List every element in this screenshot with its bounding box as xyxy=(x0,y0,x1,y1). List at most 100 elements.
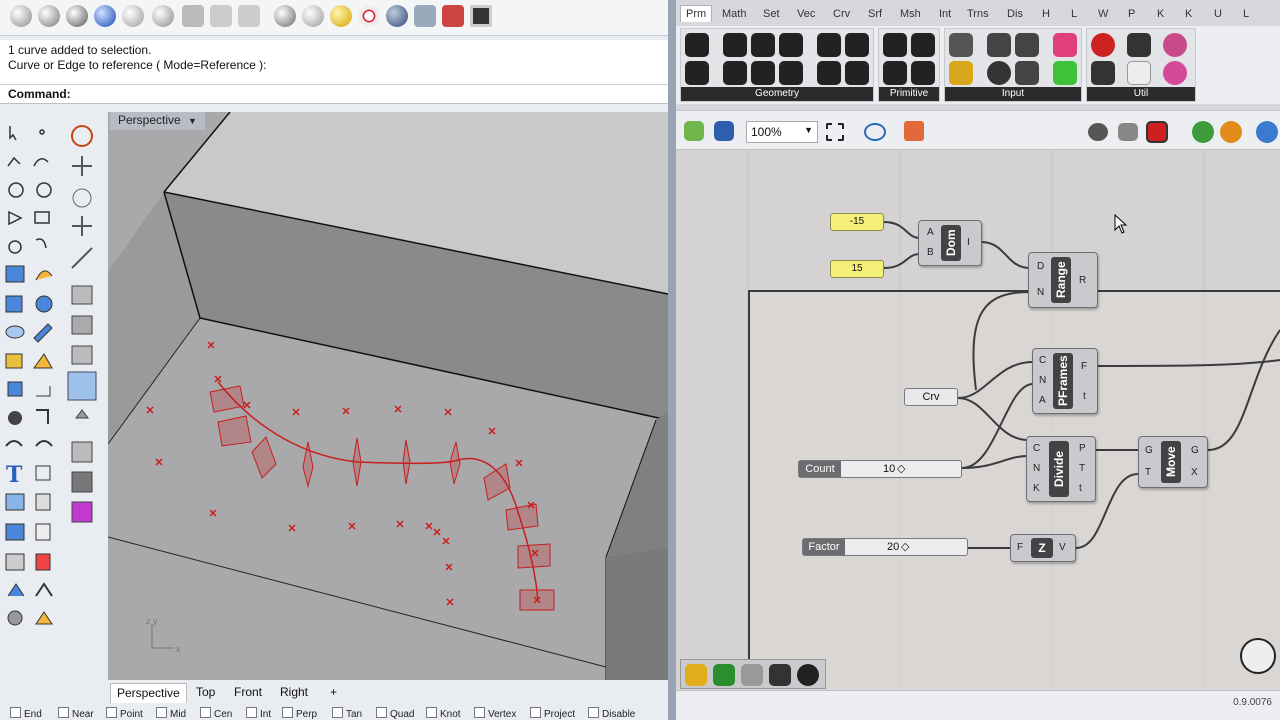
mesh-param-icon[interactable] xyxy=(845,33,869,57)
graph-mapper-icon[interactable] xyxy=(949,61,973,85)
value-list-icon[interactable] xyxy=(1015,61,1039,85)
import-icon[interactable] xyxy=(949,33,973,57)
osnap-knot[interactable]: Knot xyxy=(426,707,461,720)
gh-canvas[interactable]: -15 15 A B Dom I D N Range R C N A PFram… xyxy=(676,150,1280,688)
target-icon[interactable] xyxy=(358,5,380,27)
count-slider[interactable]: Count 10 ◇ xyxy=(798,460,962,478)
sphere-blue-icon[interactable] xyxy=(1256,121,1278,143)
osnap-int[interactable]: Int xyxy=(246,707,271,720)
perp-frames-component[interactable]: C N A PFrames F t xyxy=(1032,348,1098,414)
input-port[interactable]: N xyxy=(1039,375,1046,386)
move-component[interactable]: G T Move G X xyxy=(1138,436,1208,488)
ghosted-sphere-icon[interactable] xyxy=(122,5,144,27)
number-seven-icon[interactable] xyxy=(797,664,819,686)
tab-set[interactable]: Set xyxy=(763,8,780,20)
osnap-disable[interactable]: Disable xyxy=(588,707,635,720)
plane-param-icon[interactable] xyxy=(779,61,803,85)
xyz-icon[interactable] xyxy=(741,664,763,686)
tab-u[interactable]: U xyxy=(1214,8,1222,20)
osnap-mid[interactable]: Mid xyxy=(156,707,186,720)
surface-param-icon[interactable] xyxy=(779,33,803,57)
output-port[interactable]: T xyxy=(1079,463,1085,474)
sketch-icon[interactable] xyxy=(904,121,924,141)
osnap-perp[interactable]: Perp xyxy=(282,707,317,720)
spheres-icon[interactable] xyxy=(386,5,408,27)
number-param-icon[interactable] xyxy=(883,61,907,85)
tab-srf[interactable]: Srf xyxy=(868,8,882,20)
boolean-param-icon[interactable] xyxy=(883,33,907,57)
light-bulb-icon[interactable] xyxy=(330,5,352,27)
tab-vec[interactable]: Vec xyxy=(797,8,815,20)
download-icon[interactable] xyxy=(769,664,791,686)
tab-top[interactable]: Top xyxy=(190,683,221,703)
output-port[interactable]: I xyxy=(967,237,970,248)
input-port[interactable]: C xyxy=(1039,355,1046,366)
sphere-icon[interactable] xyxy=(10,5,32,27)
output-port[interactable]: P xyxy=(1079,443,1086,454)
align-icon[interactable] xyxy=(713,664,735,686)
shaded-sphere-icon[interactable] xyxy=(66,5,88,27)
curve-param-icon[interactable] xyxy=(751,33,775,57)
xray-sphere-icon[interactable] xyxy=(152,5,174,27)
globe-grid-icon[interactable] xyxy=(274,5,296,27)
perspective-viewport[interactable]: z y x xyxy=(108,112,668,680)
preview-shaded-icon[interactable] xyxy=(1118,123,1138,141)
tab-msh[interactable]: Msh xyxy=(900,8,921,20)
osnap-point[interactable]: Point xyxy=(106,707,143,720)
input-port[interactable]: A xyxy=(927,227,934,238)
zoom-dropdown[interactable]: 100% ▼ xyxy=(746,121,818,143)
tab-right[interactable]: Right xyxy=(274,683,314,703)
tab-l2[interactable]: L xyxy=(1243,8,1249,20)
wire-sphere-icon[interactable] xyxy=(38,5,60,27)
osnap-project[interactable]: Project xyxy=(530,707,575,720)
arrow-right-icon[interactable] xyxy=(1127,33,1151,57)
tab-int[interactable]: Int xyxy=(939,8,951,20)
tab-perspective[interactable]: Perspective xyxy=(110,683,187,703)
gradient-icon[interactable] xyxy=(1053,33,1077,57)
osnap-cen[interactable]: Cen xyxy=(200,707,232,720)
open-folder-icon[interactable] xyxy=(684,121,704,141)
input-port[interactable]: K xyxy=(1033,483,1040,494)
integer-param-icon[interactable] xyxy=(911,33,935,57)
wire-icon[interactable] xyxy=(1163,33,1187,57)
toggle-icon[interactable] xyxy=(987,33,1011,57)
circle-param-icon[interactable] xyxy=(723,33,747,57)
render-sphere-icon[interactable] xyxy=(94,5,116,27)
output-port[interactable]: t xyxy=(1079,483,1082,494)
input-port[interactable]: N xyxy=(1037,287,1044,298)
input-port[interactable]: F xyxy=(1017,542,1023,553)
chevron-down-icon[interactable]: ▼ xyxy=(188,116,197,126)
osnap-tan[interactable]: Tan xyxy=(332,707,362,720)
geometry-icon[interactable] xyxy=(685,33,709,57)
viewport-title[interactable]: Perspective ▼ xyxy=(110,112,205,130)
add-viewport-tab[interactable]: + xyxy=(324,683,343,703)
input-port[interactable]: B xyxy=(927,247,934,258)
line-param-icon[interactable] xyxy=(751,61,775,85)
slider-handle-icon[interactable]: ◇ xyxy=(897,461,905,477)
tools-icon[interactable] xyxy=(414,5,436,27)
grey-sphere-icon[interactable] xyxy=(302,5,324,27)
lock-selected-icon[interactable] xyxy=(238,5,260,27)
field-param-icon[interactable] xyxy=(845,61,869,85)
input-port[interactable]: C xyxy=(1033,443,1040,454)
factor-slider[interactable]: Factor 20 ◇ xyxy=(802,538,968,556)
preview-selected-icon[interactable] xyxy=(1146,121,1168,143)
output-port[interactable]: t xyxy=(1083,391,1086,402)
input-port[interactable]: N xyxy=(1033,463,1040,474)
cherry-icon[interactable] xyxy=(1091,33,1115,57)
tab-w[interactable]: W xyxy=(1098,8,1108,20)
button-icon[interactable] xyxy=(987,61,1011,85)
tab-math[interactable]: Math xyxy=(722,8,746,20)
box-param-icon[interactable] xyxy=(817,61,841,85)
tree-icon[interactable] xyxy=(1091,61,1115,85)
tab-p[interactable]: P xyxy=(1128,8,1135,20)
tab-k2[interactable]: K xyxy=(1185,8,1192,20)
unlock-icon[interactable] xyxy=(210,5,232,27)
input-port[interactable]: G xyxy=(1145,445,1153,456)
tab-l[interactable]: L xyxy=(1071,8,1077,20)
osnap-end[interactable]: End xyxy=(10,707,42,720)
brep-param-icon[interactable] xyxy=(817,33,841,57)
osnap-vertex[interactable]: Vertex xyxy=(474,707,516,720)
output-port[interactable]: V xyxy=(1059,542,1066,553)
lock-icon[interactable] xyxy=(182,5,204,27)
